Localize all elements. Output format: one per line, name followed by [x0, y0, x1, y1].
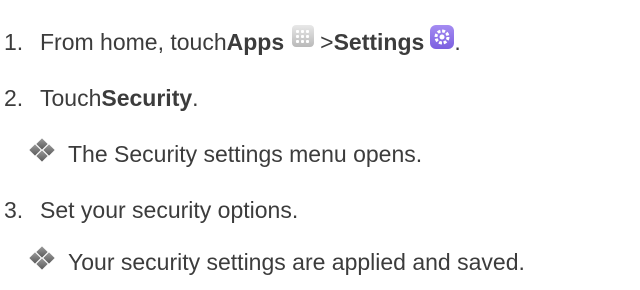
- step-number: 3.: [4, 197, 24, 223]
- step-2-result: The Security settings menu opens.: [0, 138, 423, 168]
- result-text: The Security settings menu opens.: [68, 141, 423, 167]
- step-separator: >: [320, 29, 334, 55]
- step-1: 1. From home, touch Apps > Settings .: [0, 25, 461, 56]
- apps-label: Apps: [226, 29, 285, 55]
- step-3: 3. Set your security options.: [0, 196, 298, 224]
- settings-gear-icon: [430, 25, 455, 49]
- step-number: 1.: [4, 29, 24, 55]
- apps-grid-icon: [292, 25, 315, 47]
- step-3-result: Your security settings are applied and s…: [0, 246, 525, 276]
- step-text: From home, touch: [40, 29, 227, 55]
- diamond-bullet-icon: [28, 138, 56, 162]
- step-period: .: [192, 85, 199, 111]
- step-text: Touch: [40, 85, 102, 111]
- result-text: Your security settings are applied and s…: [68, 249, 525, 275]
- step-period: .: [454, 29, 461, 55]
- settings-label: Settings: [333, 29, 425, 55]
- step-number: 2.: [4, 85, 24, 111]
- diamond-bullet-icon: [28, 246, 56, 270]
- step-text: Set your security options.: [40, 197, 299, 223]
- step-2: 2. Touch Security .: [0, 84, 199, 112]
- security-label: Security: [101, 85, 193, 111]
